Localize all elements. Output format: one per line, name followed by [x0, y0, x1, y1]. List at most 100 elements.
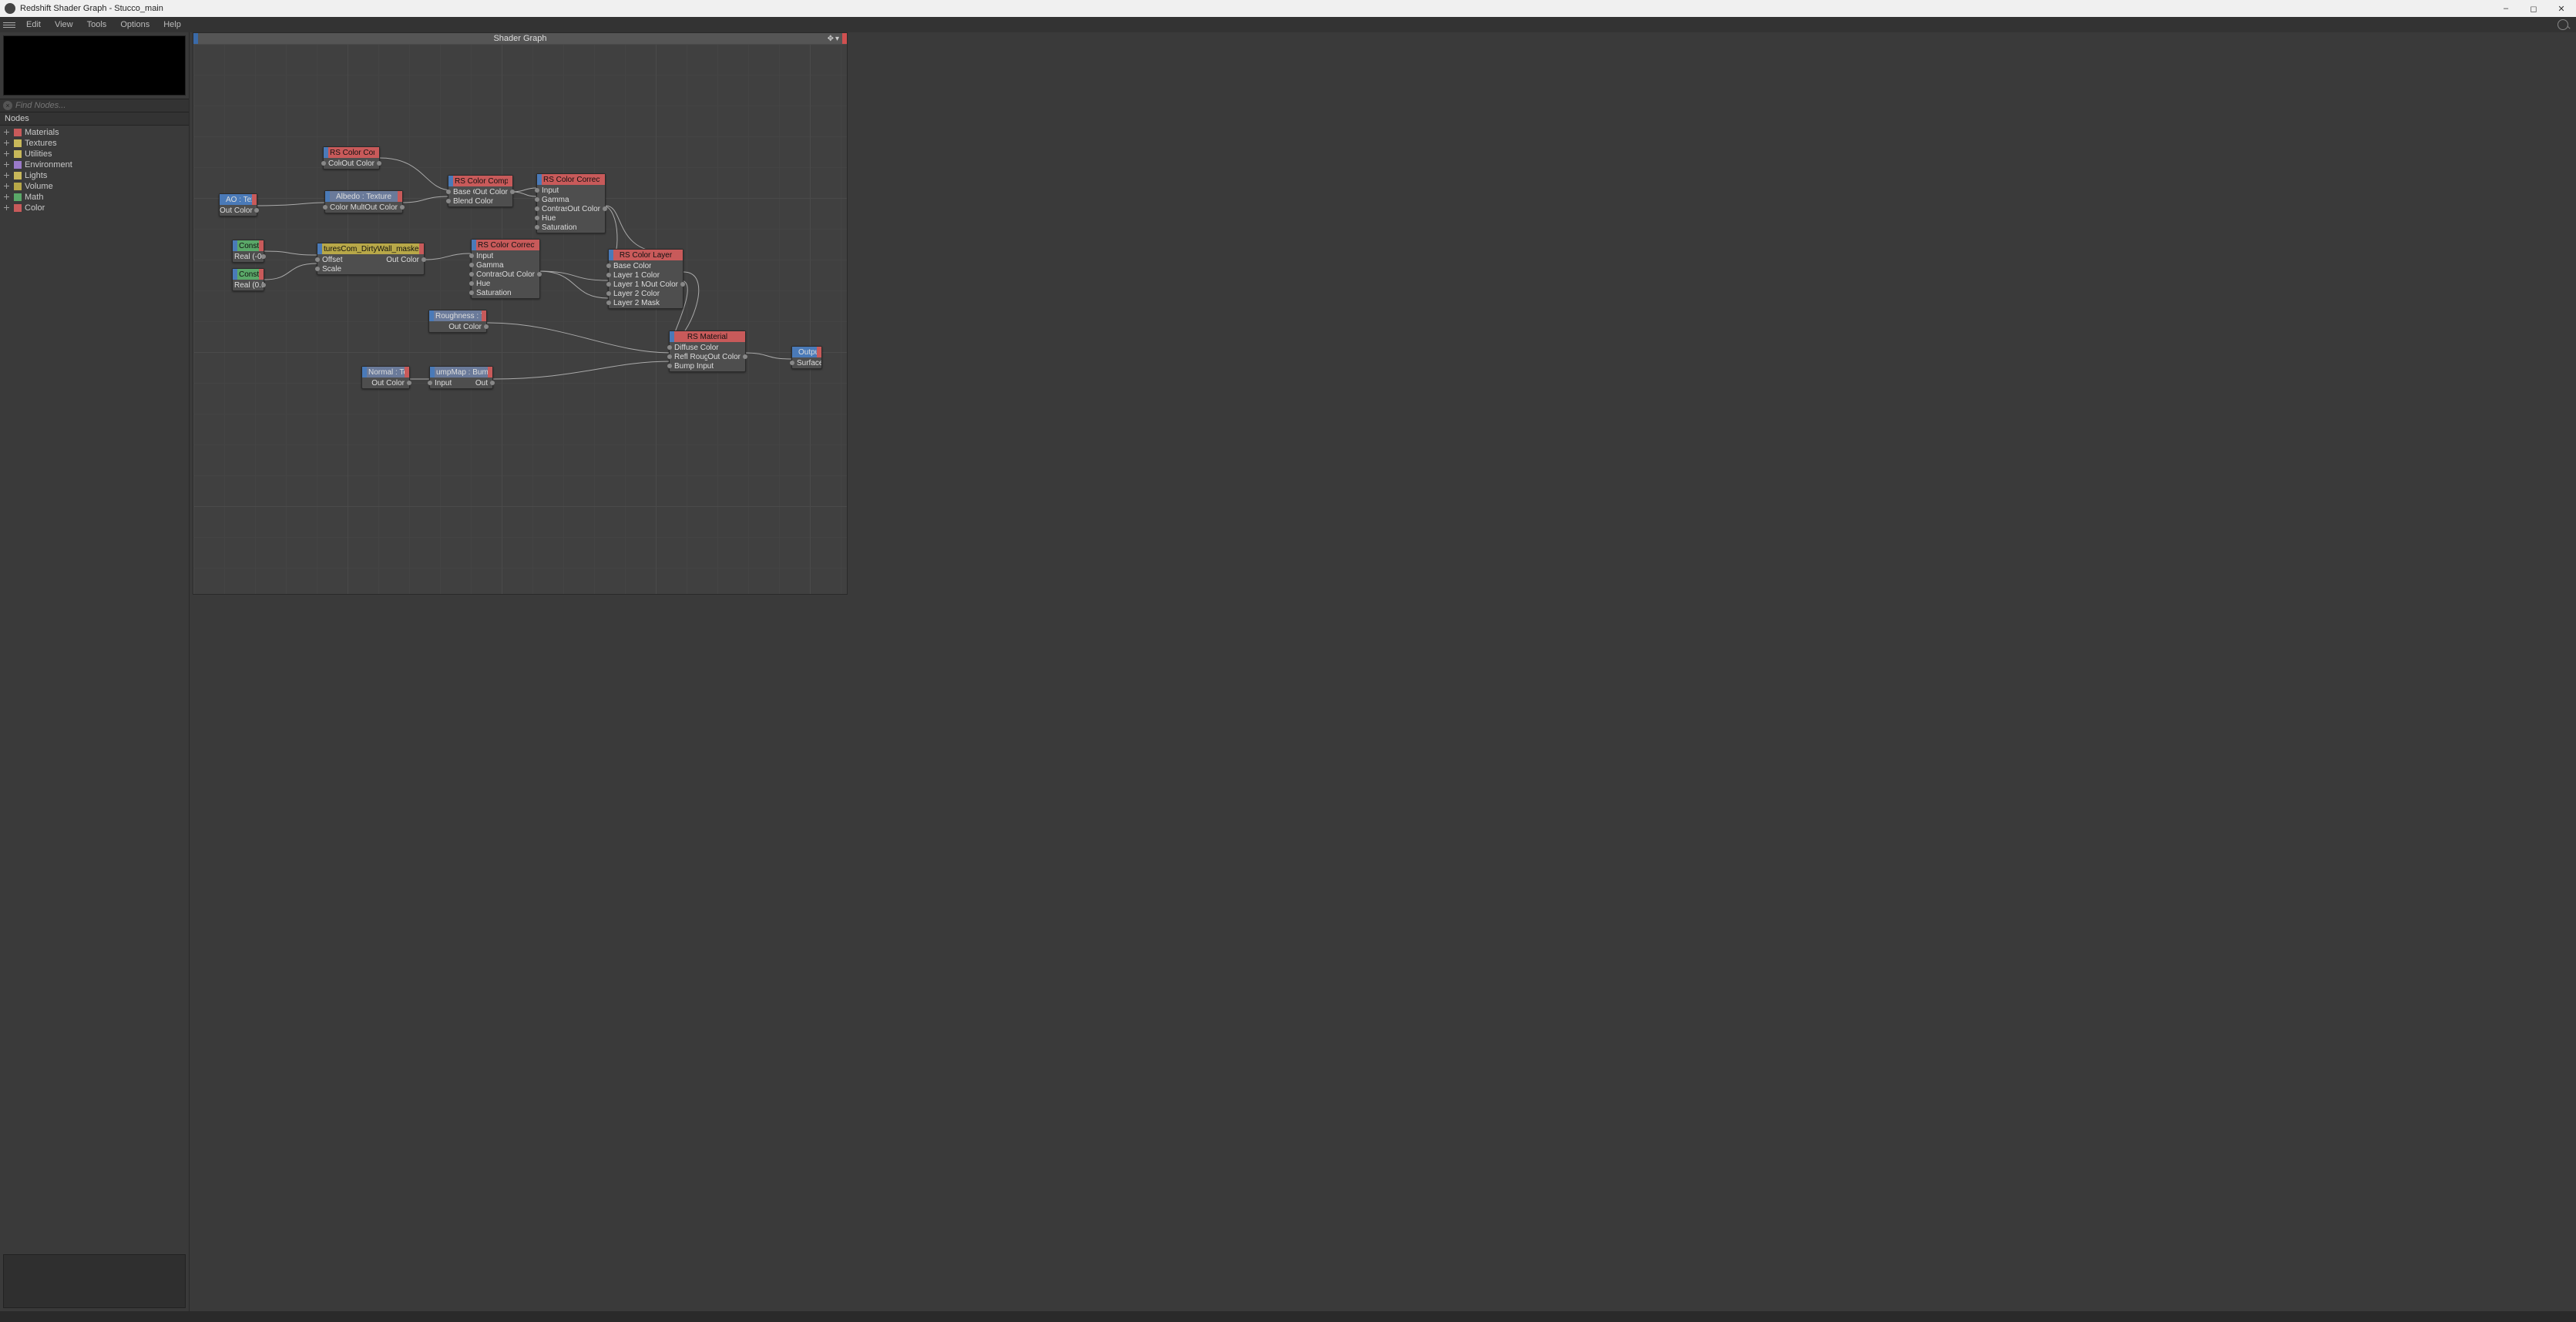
- port-out[interactable]: [261, 283, 266, 287]
- node-title: RS Color Composite: [448, 177, 512, 186]
- node-title: turesCom_DirtyWall_masked_XL : Textu: [317, 245, 424, 253]
- node-rs-color-layer[interactable]: RS Color Layer Base Color Layer 1 Color …: [608, 249, 683, 309]
- expand-icon[interactable]: [3, 172, 11, 180]
- port-in[interactable]: [535, 206, 539, 211]
- menu-view[interactable]: View: [49, 18, 79, 31]
- port-out[interactable]: [510, 190, 515, 194]
- port-in[interactable]: [667, 345, 672, 350]
- expand-icon[interactable]: [3, 193, 11, 201]
- port-in[interactable]: [315, 267, 320, 271]
- clear-search-icon[interactable]: ×: [3, 101, 12, 110]
- expand-icon[interactable]: [3, 183, 11, 190]
- port-out[interactable]: [484, 324, 489, 329]
- hamburger-icon[interactable]: [3, 22, 15, 28]
- node-search-input[interactable]: [15, 101, 186, 110]
- port-in[interactable]: [446, 199, 451, 203]
- port-in[interactable]: [469, 272, 474, 277]
- menu-tools[interactable]: Tools: [81, 18, 113, 31]
- node-albedo-texture[interactable]: Albedo : Texture Color MultiplOut Color: [324, 190, 403, 213]
- close-button[interactable]: ✕: [2551, 2, 2571, 15]
- tree-item-color[interactable]: Color: [0, 203, 189, 213]
- port-out[interactable]: [377, 161, 381, 166]
- node-dirtywall-texture[interactable]: turesCom_DirtyWall_masked_XL : Textu Off…: [317, 243, 425, 275]
- expand-icon[interactable]: [3, 161, 11, 169]
- node-constant-1[interactable]: Constant Real (-0.5): [232, 240, 264, 263]
- tree-label: Environment: [25, 160, 72, 169]
- node-normal-texture[interactable]: Normal : Textur Out Color: [361, 366, 410, 389]
- tree-item-lights[interactable]: Lights: [0, 170, 189, 181]
- node-ao-texture[interactable]: AO : Texture Out Color: [219, 193, 257, 216]
- port-label: Hue: [537, 214, 556, 223]
- port-out[interactable]: [537, 272, 542, 277]
- port-label: Real (-0.5): [233, 253, 264, 261]
- port-out[interactable]: [407, 381, 411, 385]
- menu-help[interactable]: Help: [157, 18, 187, 31]
- node-rs-color-correct-1[interactable]: RS Color Correct Input Gamma ContrastOut…: [536, 173, 606, 233]
- port-in[interactable]: [446, 190, 451, 194]
- node-output[interactable]: Output Surface: [791, 346, 822, 369]
- port-in[interactable]: [315, 257, 320, 262]
- menu-edit[interactable]: Edit: [20, 18, 47, 31]
- maximize-button[interactable]: ◻: [2524, 2, 2544, 15]
- port-in[interactable]: [535, 197, 539, 202]
- port-out[interactable]: [254, 208, 259, 213]
- port-in[interactable]: [606, 291, 611, 296]
- port-in[interactable]: [535, 225, 539, 230]
- port-label: Saturation: [472, 289, 512, 297]
- node-title: RS Color Correct: [537, 176, 605, 184]
- shader-graph-titlebar[interactable]: Shader Graph ✥ ▾: [193, 33, 847, 44]
- minimize-button[interactable]: –: [2496, 2, 2516, 15]
- port-out[interactable]: [490, 381, 495, 385]
- collapse-icon[interactable]: ▾: [835, 35, 839, 43]
- port-in[interactable]: [323, 205, 327, 210]
- shader-graph-window[interactable]: Shader Graph ✥ ▾: [193, 32, 848, 595]
- tree-item-textures[interactable]: Textures: [0, 138, 189, 149]
- tree-item-environment[interactable]: Environment: [0, 159, 189, 170]
- port-out[interactable]: [400, 205, 405, 210]
- category-color-icon: [14, 161, 22, 169]
- port-in[interactable]: [790, 361, 794, 365]
- port-in[interactable]: [667, 364, 672, 368]
- port-in[interactable]: [667, 354, 672, 359]
- port-out[interactable]: [680, 282, 685, 287]
- menu-options[interactable]: Options: [114, 18, 156, 31]
- expand-icon[interactable]: [3, 150, 11, 158]
- port-in[interactable]: [535, 216, 539, 220]
- node-rs-color-composite[interactable]: RS Color Composite Base ColorOut Color B…: [448, 175, 513, 207]
- expand-icon[interactable]: [3, 139, 11, 147]
- port-in[interactable]: [606, 273, 611, 277]
- port-in[interactable]: [321, 161, 326, 166]
- port-in[interactable]: [469, 290, 474, 295]
- material-preview[interactable]: [3, 35, 186, 96]
- port-out[interactable]: [421, 257, 426, 262]
- port-label: Gamma: [537, 196, 569, 204]
- search-icon[interactable]: [2558, 19, 2568, 30]
- node-rs-material[interactable]: RS Material Diffuse Color Refl RoughneOu…: [669, 330, 746, 372]
- tree-item-math[interactable]: Math: [0, 192, 189, 203]
- move-icon[interactable]: ✥: [828, 35, 834, 43]
- port-in[interactable]: [428, 381, 432, 385]
- tree-item-utilities[interactable]: Utilities: [0, 149, 189, 159]
- expand-icon[interactable]: [3, 204, 11, 212]
- port-label: Contrast: [472, 270, 502, 279]
- node-canvas[interactable]: RS Color Constant ColorOut Color AO : Te…: [193, 44, 847, 594]
- port-in[interactable]: [606, 282, 611, 287]
- node-constant-2[interactable]: Constant Real (0.1): [232, 268, 264, 291]
- port-out[interactable]: [261, 254, 266, 259]
- port-label: Input: [537, 186, 559, 195]
- port-in[interactable]: [469, 263, 474, 267]
- port-out[interactable]: [743, 354, 747, 359]
- expand-icon[interactable]: [3, 129, 11, 136]
- node-roughness-texture[interactable]: Roughness : Textur Out Color: [428, 310, 487, 333]
- tree-item-volume[interactable]: Volume: [0, 181, 189, 192]
- port-in[interactable]: [606, 263, 611, 268]
- port-out[interactable]: [603, 206, 607, 211]
- port-in[interactable]: [535, 188, 539, 193]
- node-rs-color-correct-2[interactable]: RS Color Correct Input Gamma ContrastOut…: [471, 239, 540, 299]
- port-in[interactable]: [469, 281, 474, 286]
- tree-item-materials[interactable]: Materials: [0, 127, 189, 138]
- node-bump-map[interactable]: umpMap : Bump Ma InputOut: [429, 366, 493, 389]
- port-in[interactable]: [606, 300, 611, 305]
- port-in[interactable]: [469, 253, 474, 258]
- node-rs-color-constant[interactable]: RS Color Constant ColorOut Color: [323, 146, 380, 169]
